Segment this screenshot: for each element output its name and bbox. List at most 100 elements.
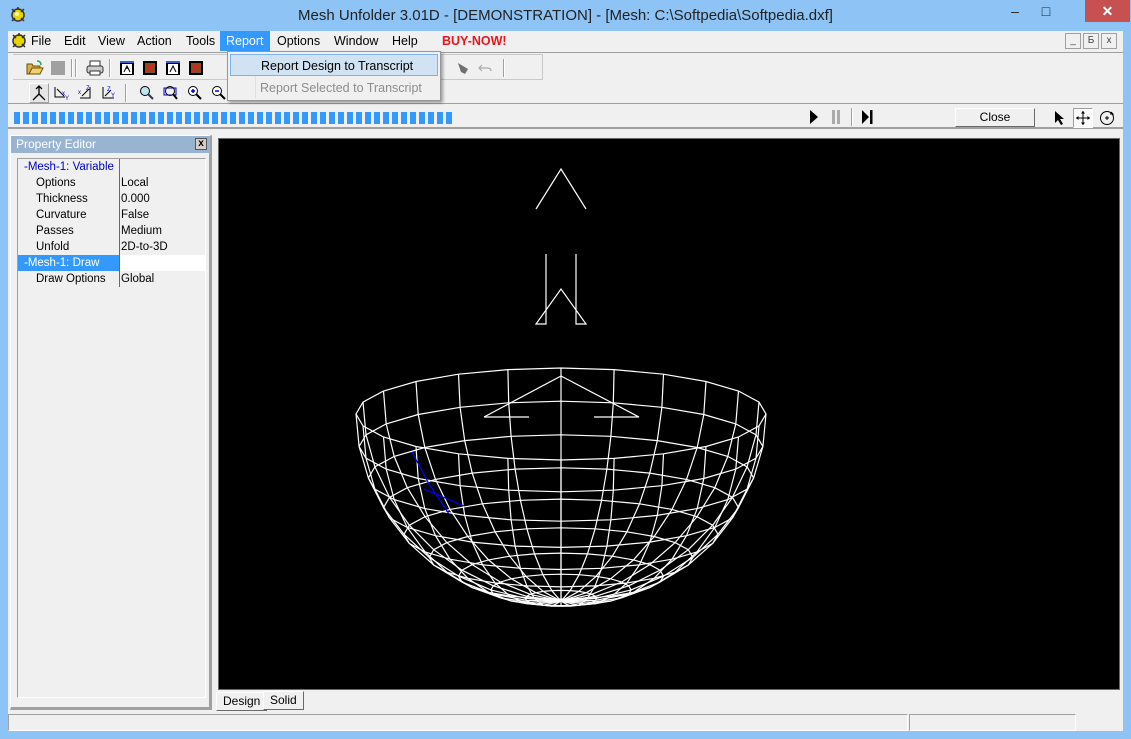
property-group-row[interactable]: -Mesh-1: Draw: [18, 255, 205, 271]
mdi-minimize-button[interactable]: _: [1065, 33, 1081, 49]
menu-buy-now[interactable]: BUY-NOW!: [436, 31, 513, 51]
property-key[interactable]: Unfold: [18, 239, 119, 255]
toolbar-separator: [851, 108, 853, 126]
menu-help[interactable]: Help: [386, 31, 424, 51]
progress-block: [329, 112, 335, 124]
property-value[interactable]: Local: [120, 175, 205, 191]
property-value[interactable]: [120, 159, 205, 175]
svg-text:Y: Y: [65, 96, 69, 101]
property-value[interactable]: [120, 255, 205, 271]
rotate-icon[interactable]: [1097, 108, 1117, 128]
property-row[interactable]: Options Local: [18, 175, 205, 191]
property-value[interactable]: Medium: [120, 223, 205, 239]
open-icon[interactable]: [25, 58, 45, 78]
close-window-button[interactable]: ✕: [1085, 0, 1130, 22]
menu-file[interactable]: File: [25, 31, 57, 51]
property-key[interactable]: Curvature: [18, 207, 119, 223]
progress-block: [293, 112, 299, 124]
property-editor-title: Property Editor x: [11, 136, 210, 153]
menu-report[interactable]: Report: [220, 31, 270, 51]
property-key[interactable]: Draw Options: [18, 271, 119, 287]
menu-item-report-selected-to-transcript[interactable]: Report Selected to Transcript: [230, 77, 438, 99]
minimize-button[interactable]: –: [1000, 0, 1030, 22]
property-key[interactable]: -Mesh-1: Variable: [18, 159, 119, 175]
select-arrow-icon[interactable]: [1050, 108, 1070, 128]
tab-solid[interactable]: Solid: [263, 691, 304, 710]
menu-options[interactable]: Options: [271, 31, 326, 51]
view-xz-icon[interactable]: xZ: [75, 83, 95, 103]
toolbar-separator: [109, 59, 111, 77]
export-dxf-icon[interactable]: [117, 58, 137, 78]
zoom-icon[interactable]: [137, 83, 157, 103]
title-bar: Mesh Unfolder 3.01D - [DEMONSTRATION] - …: [0, 0, 1131, 31]
progress-block: [32, 112, 38, 124]
property-row[interactable]: Passes Medium: [18, 223, 205, 239]
tab-design[interactable]: Design: [216, 692, 268, 711]
progress-block: [320, 112, 326, 124]
menu-action[interactable]: Action: [131, 31, 178, 51]
property-key[interactable]: Options: [18, 175, 119, 191]
progress-block: [59, 112, 65, 124]
view-zy-icon[interactable]: ZY: [99, 83, 119, 103]
progress-block: [401, 112, 407, 124]
step-forward-icon[interactable]: [859, 109, 875, 125]
property-row[interactable]: Draw Options Global: [18, 271, 205, 287]
property-value[interactable]: False: [120, 207, 205, 223]
maximize-button[interactable]: □: [1031, 0, 1061, 22]
progress-block: [131, 112, 137, 124]
property-group-row[interactable]: -Mesh-1: Variable: [18, 159, 205, 175]
toolbar-separator: [125, 84, 127, 102]
menu-tools[interactable]: Tools: [180, 31, 221, 51]
mdi-close-button[interactable]: x: [1101, 33, 1117, 49]
play-icon[interactable]: [806, 109, 822, 125]
design-viewport[interactable]: [218, 138, 1120, 690]
export-dxf-delete-icon[interactable]: [140, 58, 160, 78]
progress-block: [95, 112, 101, 124]
progress-block: [104, 112, 110, 124]
menu-item-report-design-to-transcript[interactable]: Report Design to Transcript: [230, 54, 438, 76]
menu-edit[interactable]: Edit: [58, 31, 92, 51]
save-icon[interactable]: [48, 58, 68, 78]
property-editor-close-button[interactable]: x: [195, 138, 207, 150]
mesh-meridian: [560, 390, 740, 602]
pause-icon[interactable]: [828, 109, 844, 125]
print-icon[interactable]: [85, 58, 105, 78]
property-value[interactable]: 2D-to-3D: [120, 239, 205, 255]
menu-view[interactable]: View: [92, 31, 131, 51]
progress-block: [284, 112, 290, 124]
toolbar-area: xY xZ ZY: [8, 52, 1123, 104]
menu-window[interactable]: Window: [328, 31, 384, 51]
property-key[interactable]: Thickness: [18, 191, 119, 207]
progress-block: [338, 112, 344, 124]
property-value[interactable]: 0.000: [120, 191, 205, 207]
zoom-out-icon[interactable]: [209, 83, 229, 103]
mesh-wireframe[interactable]: [219, 139, 1119, 689]
progress-block: [167, 112, 173, 124]
property-row[interactable]: Unfold 2D-to-3D: [18, 239, 205, 255]
mdi-restore-button[interactable]: Б: [1083, 33, 1099, 49]
selected-edge: [423, 488, 465, 507]
property-value[interactable]: Global: [120, 271, 205, 287]
close-animation-button[interactable]: Close: [955, 108, 1035, 127]
pan-move-icon[interactable]: [1073, 108, 1093, 128]
progress-block: [77, 112, 83, 124]
progress-block: [203, 112, 209, 124]
progress-block: [428, 112, 434, 124]
zoom-in-icon[interactable]: [185, 83, 205, 103]
zoom-window-icon[interactable]: [161, 83, 181, 103]
progress-block: [275, 112, 281, 124]
property-row[interactable]: Curvature False: [18, 207, 205, 223]
undo-icon[interactable]: [475, 58, 495, 78]
property-grid: -Mesh-1: Variable Options Local Thickness 0.…: [17, 158, 206, 698]
property-key[interactable]: Passes: [18, 223, 119, 239]
progress-block: [221, 112, 227, 124]
progress-block: [446, 112, 452, 124]
property-key[interactable]: -Mesh-1: Draw: [18, 255, 119, 271]
property-row[interactable]: Thickness 0.000: [18, 191, 205, 207]
view-xy-icon[interactable]: xY: [51, 83, 71, 103]
status-pane-secondary: [909, 714, 1076, 731]
export-delete-icon[interactable]: [186, 58, 206, 78]
export-icon[interactable]: [163, 58, 183, 78]
view-3d-icon[interactable]: [29, 83, 49, 103]
pointer-tool-icon[interactable]: [453, 58, 473, 78]
